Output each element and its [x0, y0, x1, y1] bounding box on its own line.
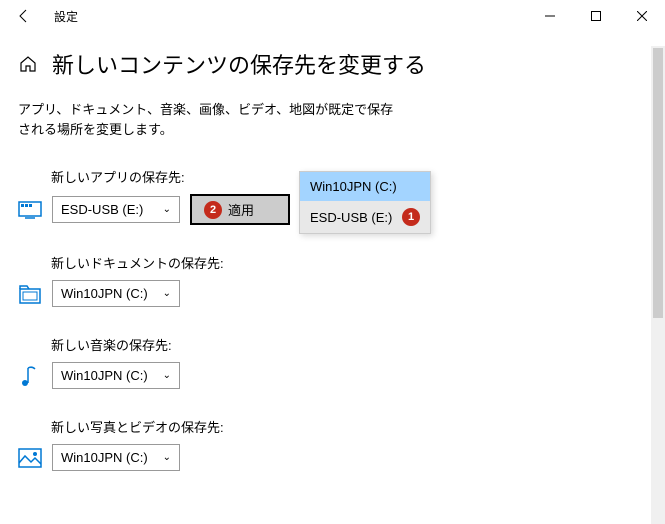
- setting-label: 新しい音楽の保存先:: [51, 335, 647, 354]
- minimize-button[interactable]: [527, 0, 573, 32]
- dropdown-value: ESD-USB (E:): [61, 202, 143, 217]
- photos-dropdown[interactable]: Win10JPN (C:) ⌄: [52, 444, 180, 471]
- window-title: 設定: [48, 8, 78, 25]
- scrollbar-thumb[interactable]: [653, 48, 663, 318]
- chevron-down-icon: ⌄: [163, 204, 171, 215]
- back-button[interactable]: [0, 0, 48, 32]
- option-label: Win10JPN (C:): [310, 179, 397, 194]
- dropdown-value: Win10JPN (C:): [61, 450, 148, 465]
- photos-icon: [18, 446, 42, 470]
- chevron-down-icon: ⌄: [163, 452, 171, 463]
- scrollbar[interactable]: [651, 46, 665, 524]
- dropdown-option[interactable]: Win10JPN (C:): [300, 172, 430, 201]
- annotation-badge-1: 1: [402, 208, 420, 226]
- annotation-badge-2: 2: [204, 201, 222, 219]
- apply-label: 適用: [228, 200, 254, 219]
- dropdown-value: Win10JPN (C:): [61, 368, 148, 383]
- content-area: アプリ、ドキュメント、音楽、画像、ビデオ、地図が既定で保存される場所を変更します…: [0, 88, 665, 471]
- page-header: 新しいコンテンツの保存先を変更する: [0, 32, 665, 88]
- titlebar: 設定: [0, 0, 665, 32]
- dropdown-menu: Win10JPN (C:) ESD-USB (E:) 1: [299, 171, 431, 234]
- documents-icon: [18, 282, 42, 306]
- chevron-down-icon: ⌄: [163, 370, 171, 381]
- setting-music: 新しい音楽の保存先: Win10JPN (C:) ⌄: [18, 335, 647, 389]
- setting-label: 新しいドキュメントの保存先:: [51, 253, 647, 272]
- music-dropdown[interactable]: Win10JPN (C:) ⌄: [52, 362, 180, 389]
- description-text: アプリ、ドキュメント、音楽、画像、ビデオ、地図が既定で保存される場所を変更します…: [18, 100, 398, 139]
- dropdown-option[interactable]: ESD-USB (E:) 1: [300, 201, 430, 233]
- dropdown-value: Win10JPN (C:): [61, 286, 148, 301]
- apply-button[interactable]: 2 適用: [190, 194, 290, 225]
- maximize-button[interactable]: [573, 0, 619, 32]
- music-icon: [18, 364, 42, 388]
- docs-dropdown[interactable]: Win10JPN (C:) ⌄: [52, 280, 180, 307]
- setting-label: 新しい写真とビデオの保存先:: [51, 417, 647, 436]
- setting-docs: 新しいドキュメントの保存先: Win10JPN (C:) ⌄: [18, 253, 647, 307]
- page-title: 新しいコンテンツの保存先を変更する: [52, 48, 426, 80]
- home-icon[interactable]: [18, 54, 38, 74]
- window-controls: [527, 0, 665, 32]
- setting-photos: 新しい写真とビデオの保存先: Win10JPN (C:) ⌄: [18, 417, 647, 471]
- apps-dropdown[interactable]: ESD-USB (E:) ⌄: [52, 196, 180, 223]
- chevron-down-icon: ⌄: [163, 288, 171, 299]
- apps-icon: [18, 198, 42, 222]
- close-button[interactable]: [619, 0, 665, 32]
- option-label: ESD-USB (E:): [310, 210, 392, 225]
